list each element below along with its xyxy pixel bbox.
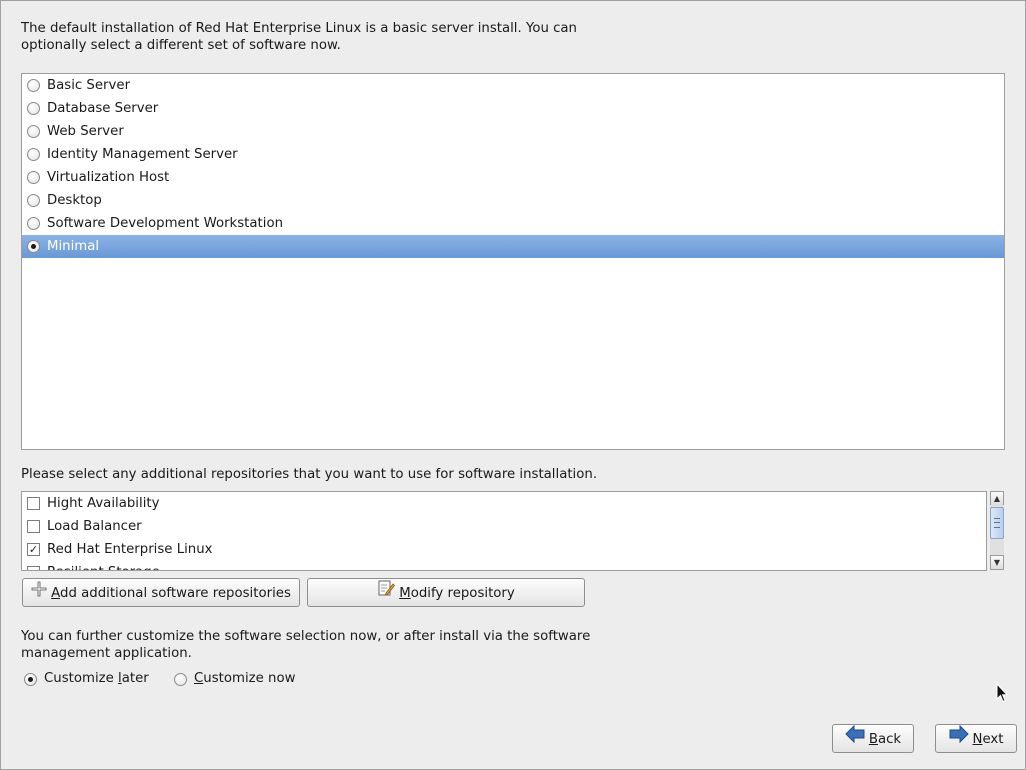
plus-icon: [31, 579, 47, 608]
group-item-desktop[interactable]: Desktop: [22, 189, 1004, 212]
next-button[interactable]: Next: [935, 724, 1017, 753]
group-item-web-server[interactable]: Web Server: [22, 120, 1004, 143]
radio-icon[interactable]: [174, 673, 187, 686]
group-item-label: Minimal: [47, 239, 100, 254]
repo-scrollbar[interactable]: ▲ ▼: [990, 491, 1004, 570]
scroll-up-icon[interactable]: ▲: [990, 491, 1004, 506]
checkbox-icon[interactable]: [27, 566, 40, 570]
repository-list[interactable]: Hight Availability Load Balancer ✓ Red H…: [21, 491, 987, 571]
radio-icon[interactable]: [27, 148, 40, 161]
scroll-thumb[interactable]: [990, 507, 1004, 539]
mouse-pointer-icon: [996, 682, 1009, 707]
checkbox-icon[interactable]: [27, 497, 40, 510]
group-item-label: Desktop: [47, 193, 102, 208]
modify-repository-button[interactable]: Modify repository: [307, 578, 585, 607]
repo-item-high-availability[interactable]: Hight Availability: [22, 492, 986, 515]
repo-item-label: Load Balancer: [47, 519, 142, 534]
scroll-down-icon[interactable]: ▼: [990, 555, 1004, 570]
group-item-software-development-workstation[interactable]: Software Development Workstation: [22, 212, 1004, 235]
group-item-database-server[interactable]: Database Server: [22, 97, 1004, 120]
radio-icon[interactable]: [27, 194, 40, 207]
install-group-list[interactable]: Basic Server Database Server Web Server …: [21, 73, 1005, 450]
repos-prompt: Please select any additional repositorie…: [21, 467, 598, 482]
radio-icon[interactable]: [27, 125, 40, 138]
radio-icon[interactable]: [27, 79, 40, 92]
radio-selected-icon[interactable]: [24, 673, 37, 686]
add-repository-button[interactable]: Add additional software repositories: [22, 578, 300, 607]
back-button[interactable]: Back: [832, 724, 914, 753]
group-item-label: Virtualization Host: [47, 170, 170, 185]
group-item-identity-management-server[interactable]: Identity Management Server: [22, 143, 1004, 166]
group-item-label: Software Development Workstation: [47, 216, 284, 231]
checkbox-icon[interactable]: [27, 520, 40, 533]
radio-icon[interactable]: [27, 171, 40, 184]
group-item-label: Web Server: [47, 124, 124, 139]
repo-item-load-balancer[interactable]: Load Balancer: [22, 515, 986, 538]
group-item-label: Identity Management Server: [47, 147, 238, 162]
group-item-label: Database Server: [47, 101, 159, 116]
radio-icon[interactable]: [27, 217, 40, 230]
arrow-right-icon: [949, 724, 969, 754]
customize-description: You can further customize the software s…: [21, 629, 591, 661]
group-item-label: Basic Server: [47, 78, 131, 93]
repo-item-red-hat-enterprise-linux[interactable]: ✓ Red Hat Enterprise Linux: [22, 538, 986, 561]
group-item-virtualization-host[interactable]: Virtualization Host: [22, 166, 1004, 189]
radio-icon[interactable]: [27, 102, 40, 115]
group-item-minimal[interactable]: Minimal: [22, 235, 1004, 258]
repo-item-label: Hight Availability: [47, 496, 160, 511]
repo-item-label: Red Hat Enterprise Linux: [47, 542, 213, 557]
arrow-left-icon: [845, 724, 865, 754]
checkbox-checked-icon[interactable]: ✓: [27, 543, 40, 556]
radio-selected-icon[interactable]: [27, 240, 40, 253]
edit-document-icon: [377, 579, 396, 608]
repo-item-resilient-storage[interactable]: Resilient Storage: [22, 561, 986, 570]
intro-text: The default installation of Red Hat Ente…: [21, 21, 577, 53]
group-item-basic-server[interactable]: Basic Server: [22, 74, 1004, 97]
repo-item-label: Resilient Storage: [47, 561, 160, 570]
